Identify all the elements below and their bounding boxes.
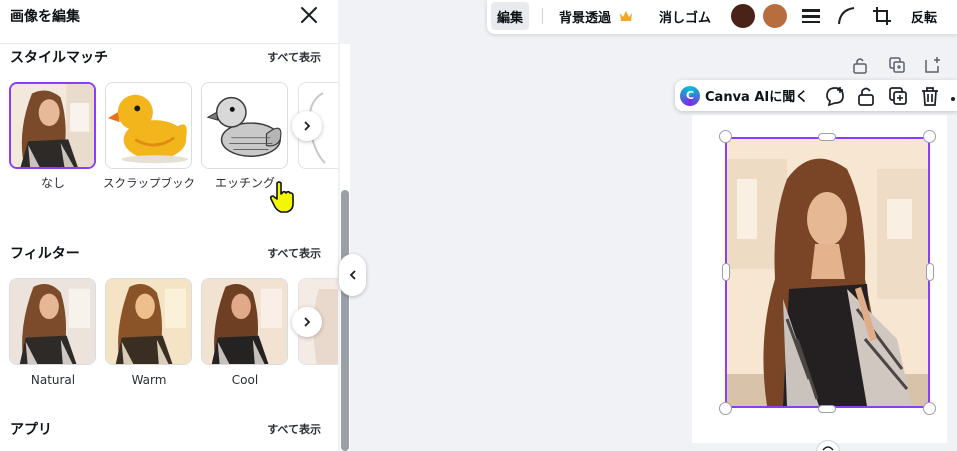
style-none-thumbnail[interactable] [9,82,96,169]
lock-icon [858,87,874,106]
panel-title: 画像を編集 [10,9,80,25]
filter-cool-label: Cool [231,373,259,387]
filter-scroll-right-button[interactable] [292,307,322,337]
resize-handle-top[interactable] [818,133,836,141]
resize-handle-left[interactable] [722,263,730,281]
chevron-right-icon [304,121,311,131]
resize-handle-bottom-right[interactable] [923,402,936,415]
edit-button-label: 編集 [497,10,524,26]
filter-natural-thumbnail[interactable] [9,278,96,365]
resize-handle-right[interactable] [926,263,934,281]
style-match-see-all[interactable]: すべて表示 [267,49,321,65]
more-options-button[interactable] [949,85,957,107]
style-none-label: なし [40,176,65,190]
crop-icon [873,7,891,25]
duplicate-icon [889,57,905,73]
lock-button[interactable] [851,56,869,74]
style-scroll-right-button[interactable] [292,111,322,141]
element-context-toolbar: C Canva AIに聞く [675,80,957,111]
collapse-panel-button[interactable] [339,254,366,296]
flip-label: 反転 [911,10,938,26]
woman-photo-thumbnail [10,279,95,364]
ask-canva-ai-button[interactable]: C Canva AIに聞く [680,83,808,108]
background-remover-label: 背景透過 [559,10,612,26]
background-remover-button[interactable]: 背景透過 [553,2,639,30]
filters-see-all[interactable]: すべて表示 [267,245,321,261]
woman-photo-thumbnail [11,84,94,167]
resize-handle-bottom-left[interactable] [719,402,732,415]
filter-warm-label: Warm [131,373,167,387]
rotate-icon [822,446,834,451]
close-icon [301,7,317,23]
corner-rounding-icon [838,7,855,25]
lock-element-button[interactable] [855,85,877,107]
style-scrapbook-label: スクラップブック [103,176,195,190]
style-etching-thumbnail[interactable] [201,82,288,169]
filter-warm-thumbnail[interactable] [105,278,192,365]
woman-photo [727,139,928,406]
crop-button[interactable] [871,5,893,27]
close-button[interactable] [298,4,320,26]
flip-button[interactable]: 反転 [905,2,943,30]
corner-rounding-button[interactable] [836,5,858,27]
duck-icon [106,83,191,168]
crown-icon [620,11,633,21]
color-swatch-tan[interactable] [763,4,787,28]
comment-button[interactable] [824,85,846,107]
woman-photo-thumbnail [202,279,287,364]
duplicate-element-button[interactable] [887,85,909,107]
style-scrapbook-thumbnail[interactable] [105,82,192,169]
filter-cool-thumbnail[interactable] [201,278,288,365]
resize-handle-bottom[interactable] [818,405,836,413]
top-toolbar: 編集 背景透過 消しゴム 反転 [487,0,957,34]
add-page-icon [925,57,940,73]
toolbar-divider [542,8,543,24]
trash-icon [922,87,938,106]
panel-scrollbar[interactable] [341,190,349,451]
filters-title: フィルター [10,246,80,262]
duplicate-page-button[interactable] [888,56,906,74]
chevron-left-icon [349,270,356,280]
add-page-button[interactable] [924,56,942,74]
eraser-button[interactable]: 消しゴム [653,2,717,30]
apps-see-all[interactable]: すべて表示 [267,421,321,437]
edit-image-panel: 画像を編集 スタイルマッチ すべて表示 なし スクラップブック エッチング フィ… [0,0,338,451]
woman-photo-thumbnail [106,279,191,364]
style-match-title: スタイルマッチ [10,50,108,66]
color-swatch-dark-brown[interactable] [731,4,755,28]
resize-handle-top-right[interactable] [923,130,936,143]
duplicate-icon [889,87,907,105]
lock-icon [853,58,867,74]
hand-cursor-icon [268,180,298,214]
filter-natural-label: Natural [30,373,76,387]
panel-header: 画像を編集 [0,0,338,44]
edit-button[interactable]: 編集 [491,2,530,30]
comment-icon [826,87,844,107]
delete-element-button[interactable] [919,85,941,107]
apps-title: アプリ [10,422,52,438]
more-icon [951,97,955,101]
canva-ai-logo-icon: C [680,85,700,106]
ask-canva-ai-label: Canva AIに聞く [705,90,809,105]
chevron-right-icon [304,317,311,327]
eraser-label: 消しゴム [659,10,712,26]
rotate-handle[interactable] [816,440,840,451]
line-weight-icon [802,9,820,23]
selected-photo[interactable] [725,137,930,408]
resize-handle-top-left[interactable] [719,130,732,143]
line-weight-button[interactable] [800,5,822,27]
etched-duck-icon [202,83,287,168]
